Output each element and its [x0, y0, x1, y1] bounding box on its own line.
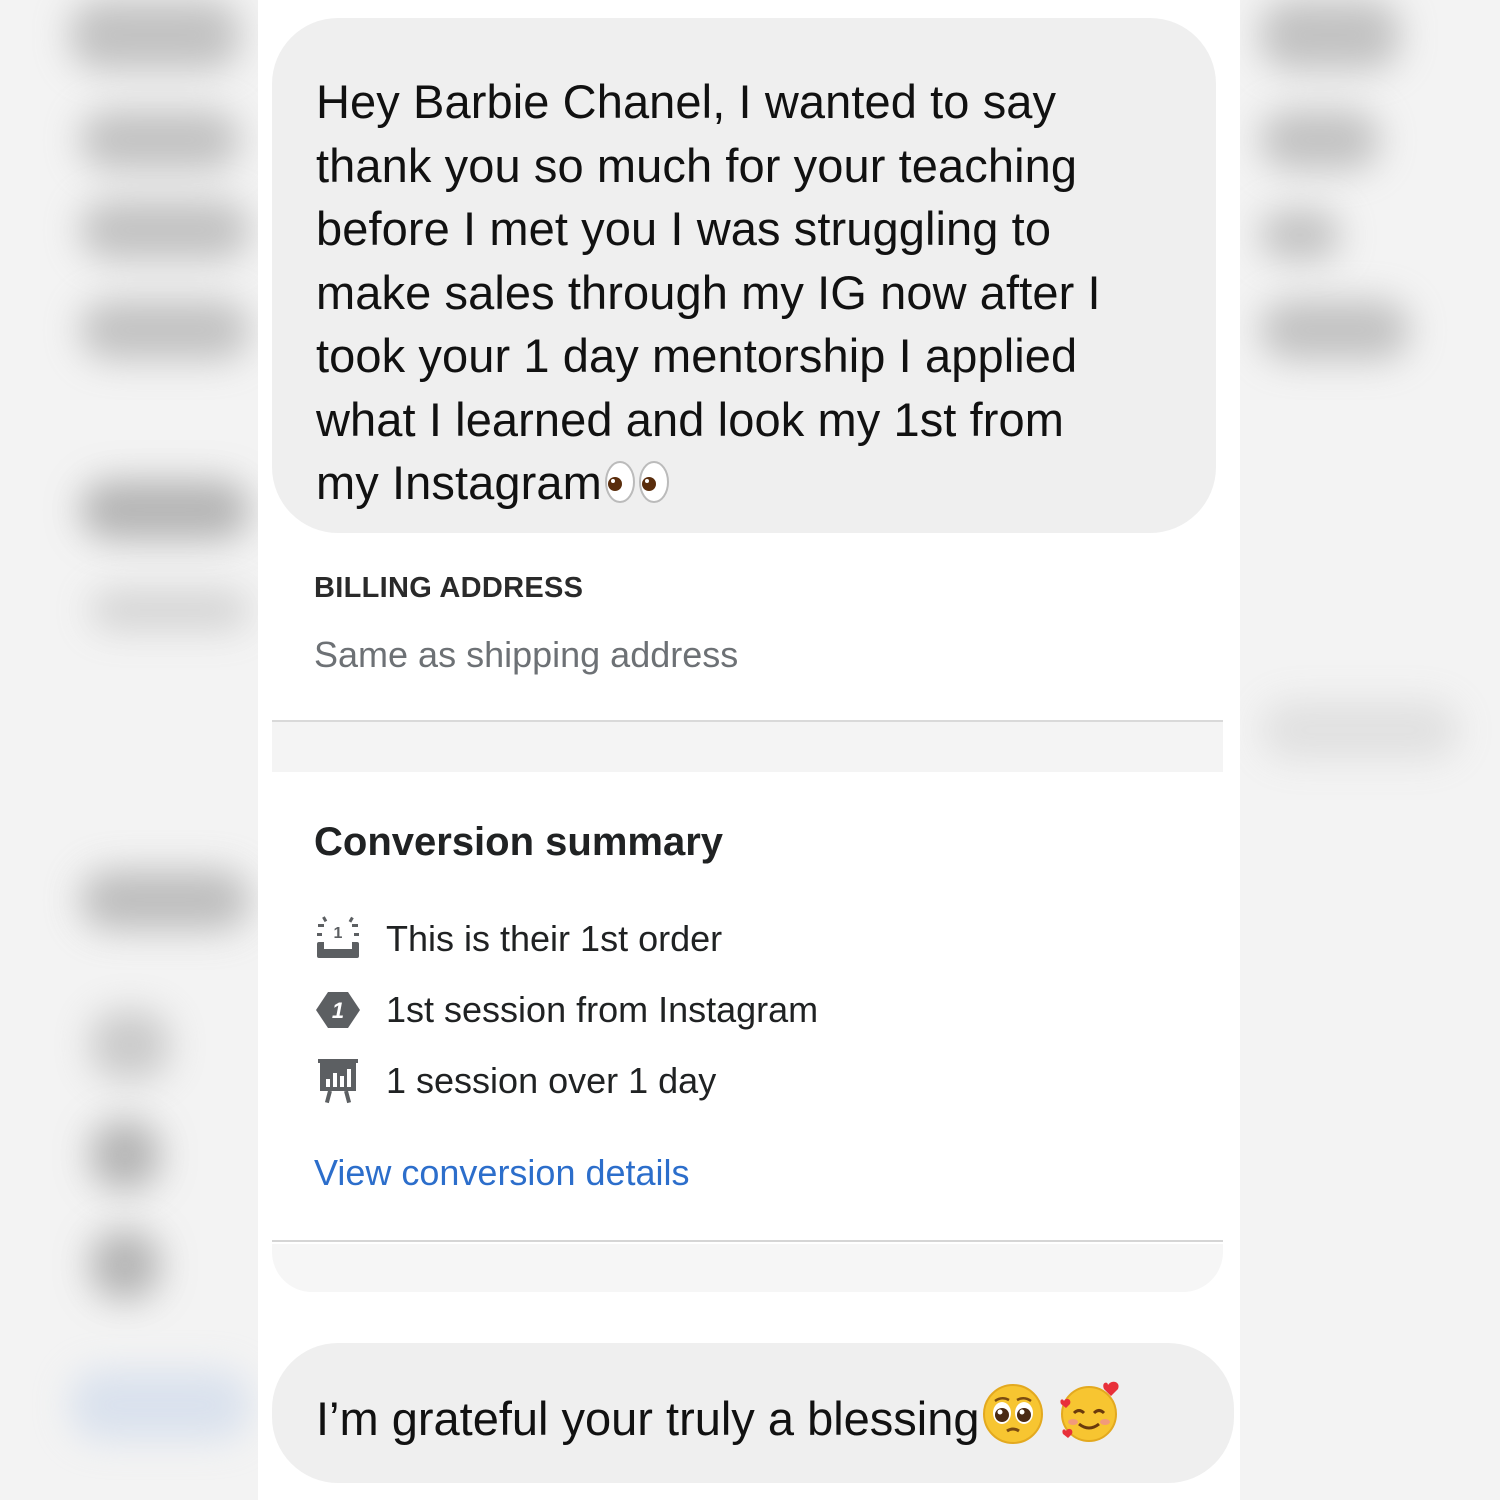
first-order-icon: 1	[314, 915, 362, 963]
smiling-face-with-hearts-emoji-icon	[1058, 1379, 1124, 1460]
svg-text:1: 1	[332, 998, 344, 1023]
view-conversion-details-link[interactable]: View conversion details	[314, 1152, 690, 1194]
message-line: took your 1 day mentorship I applied	[316, 329, 1078, 382]
conversion-row-text: 1 session over 1 day	[386, 1060, 717, 1101]
conversion-summary-title: Conversion summary	[314, 820, 724, 864]
message-text: I’m grateful your truly a blessing	[316, 1392, 980, 1445]
message-line-last: my Instagram	[316, 451, 1176, 521]
presentation-chart-icon	[314, 1057, 362, 1105]
section-divider	[272, 722, 1223, 772]
conversion-row-text: 1st session from Instagram	[386, 989, 819, 1030]
message-line: make sales through my IG now after I	[316, 265, 1101, 319]
message-line: what I learned and look my 1st from	[316, 392, 1065, 446]
message-bubble-incoming-2: I’m grateful your truly a blessing	[272, 1343, 1234, 1483]
conversion-row-text: This is their 1st order	[386, 918, 723, 959]
conversion-summary-card: Conversion summary 1 This is their 1st o…	[272, 772, 1223, 1242]
message-line: Hey Barbie Chanel, I wanted to say	[316, 75, 1057, 128]
card-bottom-edge	[272, 1244, 1223, 1292]
message-bubble-incoming: Hey Barbie Chanel, I wanted to say thank…	[272, 18, 1216, 533]
message-line: I’m grateful your truly a blessing	[316, 1379, 1194, 1460]
svg-text:1: 1	[334, 925, 343, 942]
pleading-face-emoji-icon	[982, 1383, 1044, 1460]
message-line: thank you so much for your teaching	[316, 138, 1078, 192]
conversion-row-session-source: 1 1st session from Instagram	[314, 986, 818, 1034]
blurred-background-left	[0, 0, 258, 1500]
message-line: before I met you I was struggling to	[316, 202, 1052, 255]
screenshot-panel: Hey Barbie Chanel, I wanted to say thank…	[258, 0, 1240, 1500]
eyes-emoji-icon	[604, 457, 670, 521]
billing-address-section: BILLING ADDRESS Same as shipping address	[272, 560, 1223, 722]
billing-address-label: BILLING ADDRESS	[314, 572, 584, 604]
billing-address-value: Same as shipping address	[314, 634, 739, 675]
conversion-row-first-order: 1 This is their 1st order	[314, 915, 722, 963]
blurred-background-right	[1240, 0, 1500, 1500]
conversion-row-session-count: 1 session over 1 day	[314, 1057, 716, 1105]
message-line-text: my Instagram	[316, 456, 602, 509]
session-number-icon: 1	[314, 986, 362, 1034]
